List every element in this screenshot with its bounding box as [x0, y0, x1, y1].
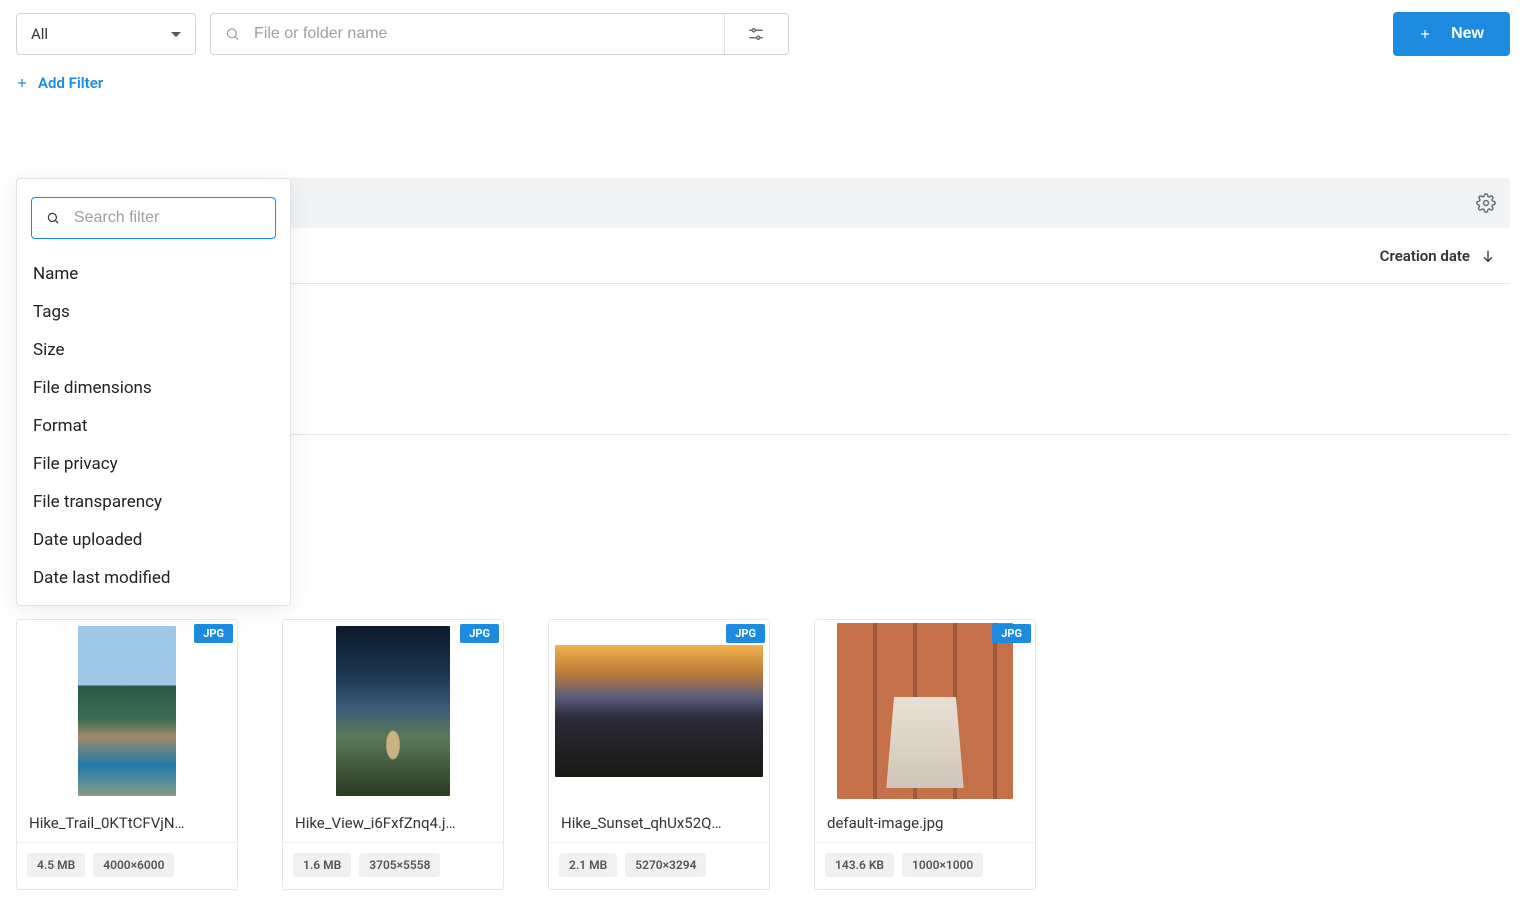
format-badge: JPG: [992, 624, 1031, 643]
chevron-down-icon: [171, 32, 181, 37]
size-chip: 143.6 KB: [825, 853, 894, 877]
new-button-label: New: [1451, 25, 1484, 43]
filter-options-list: NameTagsSizeFile dimensionsFormatFile pr…: [31, 255, 276, 597]
meta-row: 2.1 MB 5270×3294: [549, 843, 769, 889]
dimensions-chip: 4000×6000: [93, 853, 174, 877]
filter-option[interactable]: Name: [31, 255, 276, 293]
meta-row: 4.5 MB 4000×6000: [17, 843, 237, 889]
file-name: default-image.jpg: [815, 802, 1035, 843]
format-badge: JPG: [460, 624, 499, 643]
dimensions-chip: 1000×1000: [902, 853, 983, 877]
thumb-area: JPG: [17, 620, 237, 802]
size-chip: 4.5 MB: [27, 853, 85, 877]
filter-option[interactable]: Format: [31, 407, 276, 445]
size-chip: 1.6 MB: [293, 853, 351, 877]
add-filter-label: Add Filter: [38, 74, 103, 92]
filter-option[interactable]: Date uploaded: [31, 521, 276, 559]
sliders-icon: [747, 25, 765, 43]
meta-row: 143.6 KB 1000×1000: [815, 843, 1035, 889]
file-card[interactable]: JPG Hike_Trail_0KTtCFVjN… 4.5 MB 4000×6000: [16, 619, 238, 890]
size-chip: 2.1 MB: [559, 853, 617, 877]
type-filter-value: All: [31, 25, 48, 43]
file-name: Hike_Trail_0KTtCFVjN…: [17, 802, 237, 843]
search-field-wrap: [211, 14, 724, 54]
format-badge: JPG: [726, 624, 765, 643]
top-toolbar: All New: [16, 12, 1510, 56]
search-icon: [225, 26, 240, 42]
thumb-area: JPG: [815, 620, 1035, 802]
filter-option[interactable]: Date last modified: [31, 559, 276, 597]
file-name: Hike_View_i6FxfZnq4.j…: [283, 802, 503, 843]
file-card[interactable]: JPG Hike_Sunset_qhUx52Q… 2.1 MB 5270×3294: [548, 619, 770, 890]
file-card[interactable]: JPG Hike_View_i6FxfZnq4.j… 1.6 MB 3705×5558: [282, 619, 504, 890]
thumb-area: JPG: [549, 620, 769, 802]
gear-icon[interactable]: [1476, 193, 1496, 213]
new-button[interactable]: New: [1393, 12, 1510, 56]
thumbnail-image: [555, 645, 763, 777]
arrow-down-icon[interactable]: [1480, 248, 1496, 264]
thumbnail-image: [837, 623, 1013, 799]
plus-icon: [1419, 28, 1431, 40]
filter-search-wrap: [31, 197, 276, 239]
thumbnail-image: [78, 626, 176, 796]
filter-option[interactable]: File dimensions: [31, 369, 276, 407]
format-badge: JPG: [194, 624, 233, 643]
content-area: NameTagsSizeFile dimensionsFormatFile pr…: [16, 178, 1510, 890]
filter-option[interactable]: Size: [31, 331, 276, 369]
filter-option[interactable]: File privacy: [31, 445, 276, 483]
plus-icon: [16, 77, 28, 89]
thumbnail-image: [336, 626, 450, 796]
file-card[interactable]: JPG default-image.jpg 143.6 KB 1000×1000: [814, 619, 1036, 890]
filter-option[interactable]: File transparency: [31, 483, 276, 521]
sort-label[interactable]: Creation date: [1380, 247, 1470, 265]
file-name: Hike_Sunset_qhUx52Q…: [549, 802, 769, 843]
type-filter-dropdown[interactable]: All: [16, 13, 196, 55]
dimensions-chip: 3705×5558: [359, 853, 440, 877]
filter-popover: NameTagsSizeFile dimensionsFormatFile pr…: [16, 178, 291, 606]
search-container: [210, 13, 789, 55]
filter-search-input[interactable]: [74, 209, 261, 227]
search-icon: [46, 210, 60, 226]
search-input[interactable]: [254, 25, 710, 43]
meta-row: 1.6 MB 3705×5558: [283, 843, 503, 889]
thumb-area: JPG: [283, 620, 503, 802]
advanced-search-button[interactable]: [724, 14, 788, 54]
filter-option[interactable]: Tags: [31, 293, 276, 331]
add-filter-button[interactable]: Add Filter: [16, 74, 1510, 92]
dimensions-chip: 5270×3294: [625, 853, 706, 877]
